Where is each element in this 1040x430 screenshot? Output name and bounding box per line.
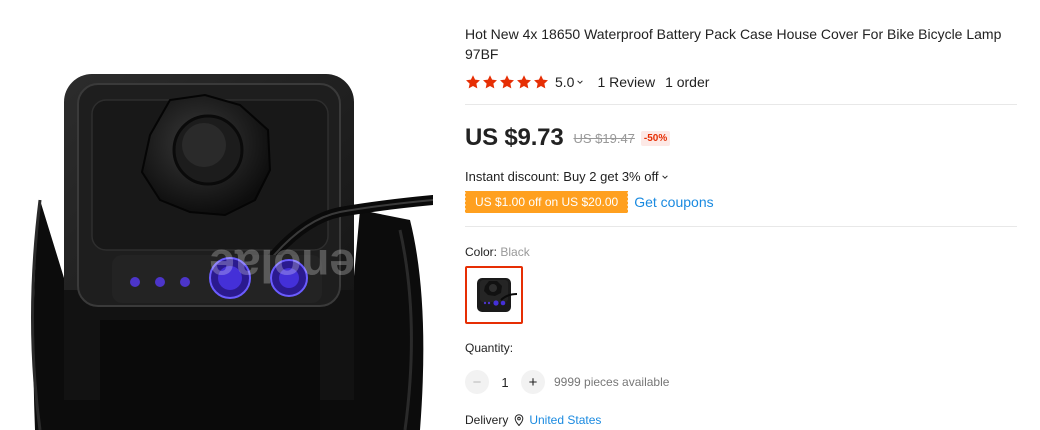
- rating-row: 5.0 1 Review 1 order: [465, 73, 1020, 91]
- delivery-location-link[interactable]: United States: [529, 413, 601, 427]
- orders-count: 1 order: [665, 74, 710, 90]
- original-price: US $19.47: [573, 130, 635, 146]
- star-icon: [466, 75, 480, 89]
- discount-badge: -50%: [640, 130, 671, 146]
- product-image[interactable]: enolae: [0, 0, 433, 430]
- coupon-row: US $1.00 off on US $20.00 Get coupons: [463, 191, 1020, 213]
- star-icon: [534, 75, 548, 89]
- rating-stars[interactable]: [465, 74, 549, 90]
- watermark-text: enolae: [209, 240, 355, 292]
- chevron-down-icon: [577, 80, 584, 84]
- stock-available: 9999 pieces available: [554, 375, 670, 389]
- current-price: US $9.73: [465, 124, 564, 151]
- chevron-down-icon: [662, 174, 669, 179]
- delivery-row: Delivery United States: [465, 413, 1020, 427]
- color-swatch-black[interactable]: [465, 266, 523, 324]
- price-row: US $9.73 US $19.47 -50%: [465, 124, 1020, 151]
- quantity-input[interactable]: 1: [489, 375, 521, 390]
- star-icon: [500, 75, 514, 89]
- instant-discount-text: Instant discount: Buy 2 get 3% off: [465, 169, 659, 184]
- quantity-decrease-button[interactable]: −: [465, 370, 489, 394]
- quantity-label: Quantity:: [465, 341, 514, 355]
- product-info: Hot New 4x 18650 Waterproof Battery Pack…: [463, 24, 1020, 427]
- get-coupons-link[interactable]: Get coupons: [634, 194, 713, 210]
- star-icon: [517, 75, 531, 89]
- swatch-thumbnail: [470, 271, 518, 319]
- delivery-label: Delivery: [465, 413, 509, 427]
- divider: [465, 104, 1017, 105]
- location-pin-icon: [515, 414, 524, 426]
- reviews-link[interactable]: 1 Review: [597, 74, 655, 90]
- battery-pack-photo: enolae: [31, 74, 433, 430]
- rating-dropdown[interactable]: 5.0: [555, 74, 584, 90]
- rating-value: 5.0: [555, 74, 575, 90]
- color-label-text: Color:: [465, 245, 498, 259]
- star-icon: [483, 75, 497, 89]
- color-label: Color: Black: [465, 245, 1020, 259]
- divider: [465, 226, 1017, 227]
- product-title: Hot New 4x 18650 Waterproof Battery Pack…: [465, 26, 1002, 62]
- instant-discount[interactable]: Instant discount: Buy 2 get 3% off: [465, 169, 1020, 184]
- battery-pack-thumbnail: [477, 278, 517, 312]
- coupon-tag[interactable]: US $1.00 off on US $20.00: [463, 191, 629, 213]
- quantity-stepper: − 1 + 9999 pieces available: [465, 370, 1020, 394]
- color-selected-value: Black: [500, 245, 530, 259]
- quantity-increase-button[interactable]: +: [521, 370, 545, 394]
